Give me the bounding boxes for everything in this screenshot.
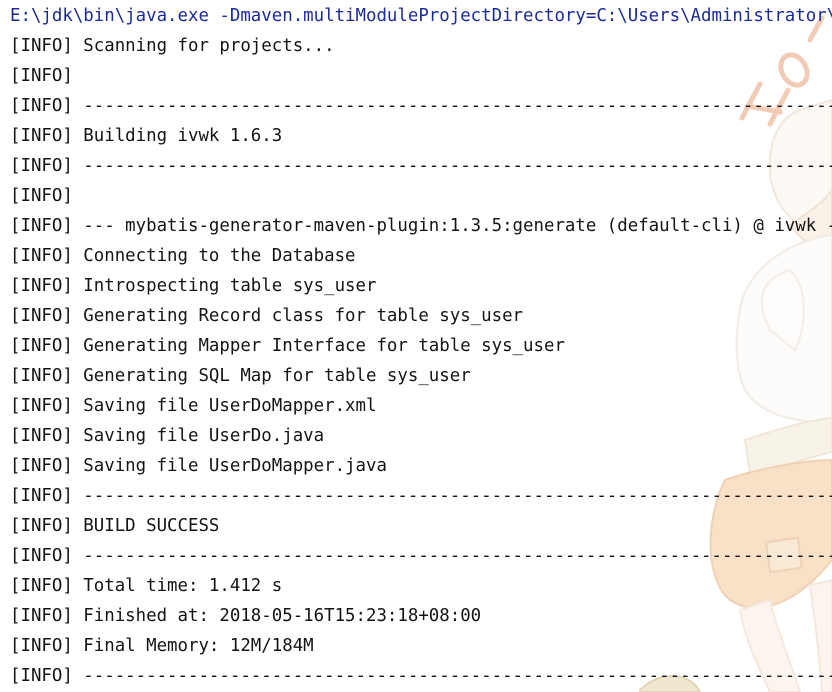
- log-line: [INFO] ---------------------------------…: [10, 156, 832, 176]
- log-line: [INFO] Finished at: 2018-05-16T15:23:18+…: [10, 606, 482, 626]
- log-line: [INFO] Building ivwk 1.6.3: [10, 126, 283, 146]
- console-output-panel[interactable]: E:\jdk\bin\java.exe -Dmaven.multiModuleP…: [0, 0, 832, 692]
- log-line: [INFO] Total time: 1.412 s: [10, 576, 283, 596]
- log-line: [INFO] Scanning for projects...: [10, 36, 335, 56]
- command-line: E:\jdk\bin\java.exe -Dmaven.multiModuleP…: [10, 6, 832, 26]
- log-line: [INFO] Generating Record class for table…: [10, 306, 524, 326]
- log-line: [INFO] Saving file UserDo.java: [10, 426, 325, 446]
- log-line: [INFO] BUILD SUCCESS: [10, 516, 220, 536]
- log-line: [INFO] Final Memory: 12M/184M: [10, 636, 314, 656]
- log-line: [INFO] Introspecting table sys_user: [10, 276, 377, 296]
- log-line: [INFO] Generating SQL Map for table sys_…: [10, 366, 471, 386]
- log-line: [INFO]: [10, 66, 73, 86]
- log-line: [INFO] Saving file UserDoMapper.java: [10, 456, 387, 476]
- log-line: [INFO] ---------------------------------…: [10, 486, 832, 506]
- log-line: [INFO] --- mybatis-generator-maven-plugi…: [10, 216, 832, 236]
- log-line: [INFO] Generating Mapper Interface for t…: [10, 336, 565, 356]
- log-line: [INFO]: [10, 186, 73, 206]
- log-line: [INFO] ---------------------------------…: [10, 546, 832, 566]
- log-line: [INFO] ---------------------------------…: [10, 96, 832, 116]
- log-line: [INFO] Saving file UserDoMapper.xml: [10, 396, 377, 416]
- log-line: [INFO] ---------------------------------…: [10, 666, 832, 686]
- log-line: [INFO] Connecting to the Database: [10, 246, 356, 266]
